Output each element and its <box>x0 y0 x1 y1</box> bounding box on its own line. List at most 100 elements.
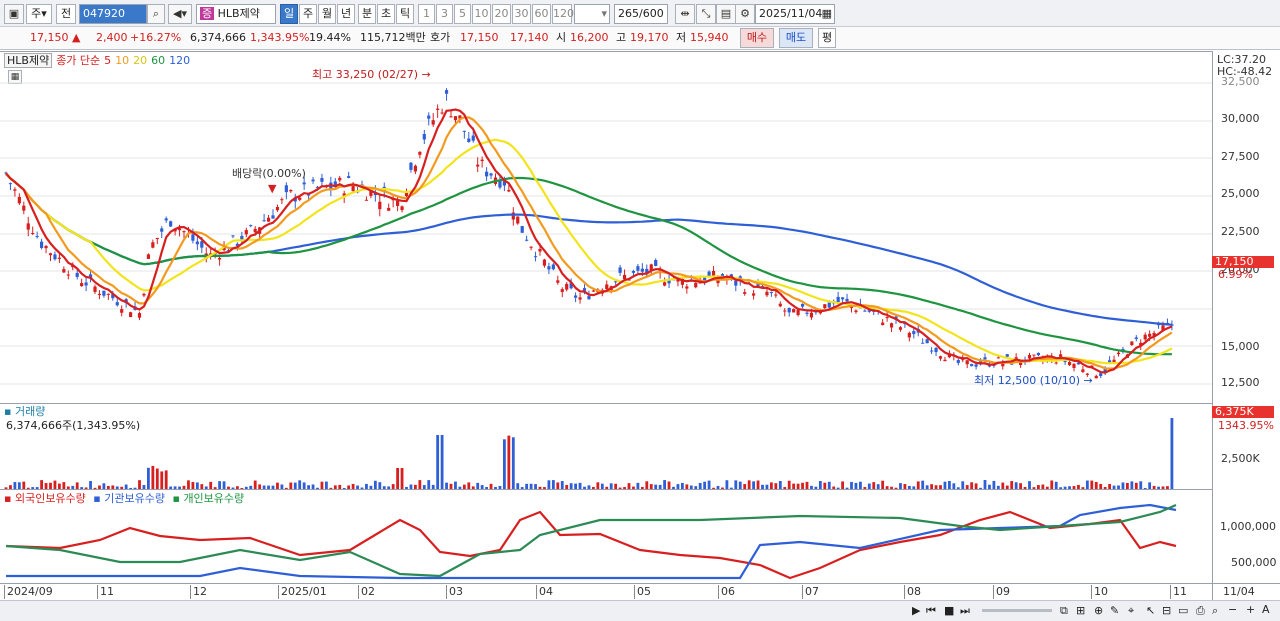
zoom-icon[interactable]: ⌕ <box>1212 604 1218 618</box>
period-month[interactable]: 월 <box>318 4 336 24</box>
ytick: 25,000 <box>1221 187 1260 200</box>
high-annotation: 최고 33,250 (02/27) → <box>312 68 431 81</box>
grid-icon[interactable]: ⊟ <box>1162 604 1171 618</box>
search-icon[interactable]: ⌕ <box>147 4 165 24</box>
low-annotation: 최저 12,500 (10/10) → <box>974 374 1093 387</box>
period-day[interactable]: 일 <box>280 4 298 24</box>
gear-icon[interactable]: ⚙ <box>735 4 755 24</box>
compare-icon[interactable]: ⊕ <box>1094 604 1103 618</box>
x-label: 12 <box>190 585 207 599</box>
copy-icon[interactable]: ⊞ <box>1076 604 1085 618</box>
interval-30[interactable]: 30 <box>512 4 531 24</box>
volume-badge-pct: 1343.95% <box>1218 419 1274 432</box>
x-axis: 2024/09 11 12 2025/01 02 03 04 05 06 07 … <box>0 583 1212 600</box>
custom-interval-input[interactable]: ▾ <box>574 4 610 24</box>
x-label: 06 <box>718 585 735 599</box>
expand-icon[interactable]: ⇹ <box>675 4 695 24</box>
ma10-line <box>5 116 1173 370</box>
x-label: 02 <box>358 585 375 599</box>
interval-5[interactable]: 5 <box>454 4 471 24</box>
x-label: 04 <box>536 585 553 599</box>
save-icon[interactable]: ▤ <box>716 4 736 24</box>
play-icon[interactable]: ▶ <box>912 604 920 618</box>
x-label: 09 <box>993 585 1010 599</box>
screen-icon[interactable]: ▭ <box>1178 604 1188 618</box>
high-price: 19,170 <box>630 31 669 44</box>
ytick: 12,500 <box>1221 376 1260 389</box>
open-label: 시 <box>556 31 567 44</box>
holders-chart <box>5 503 1177 580</box>
period-year[interactable]: 년 <box>337 4 355 24</box>
market-type-select[interactable]: 주▾ <box>26 4 52 24</box>
tool-icon[interactable]: ✎ <box>1110 604 1119 618</box>
period-tick[interactable]: 틱 <box>396 4 414 24</box>
volume-chart <box>4 418 1174 490</box>
zoom-out-icon[interactable]: − <box>1228 603 1237 617</box>
zoom-slider[interactable] <box>982 609 1052 612</box>
x-label: 11 <box>1170 585 1187 599</box>
price-axis: LC:37.20 HC:-48.42 32,500 30,000 27,500 … <box>1212 51 1280 403</box>
main-toolbar: ▣ 주▾ 전 047920 ⌕ ◀▾ 증 HLB제약 일 주 월 년 분 초 틱… <box>0 0 1280 27</box>
cursor-icon[interactable]: ↖ <box>1146 604 1155 618</box>
price-pane[interactable]: HLB제약 종가 단순 5 10 20 60 120 ▦ 최고 33,250 (02/27)… <box>0 51 1212 403</box>
last-price-pct: 6.99% <box>1218 268 1253 281</box>
ma20-line <box>5 138 1173 365</box>
x-label: 05 <box>634 585 651 599</box>
sell-button[interactable]: 매도 <box>779 28 813 48</box>
stock-name-field[interactable]: 증 HLB제약 <box>196 4 276 24</box>
interval-20[interactable]: 20 <box>492 4 511 24</box>
period-minute[interactable]: 분 <box>358 4 376 24</box>
zoom-in-icon[interactable]: + <box>1246 603 1255 617</box>
print-icon[interactable]: ⎙ <box>1196 604 1205 618</box>
volume-badge: 6,375K <box>1212 406 1274 418</box>
holders-pane[interactable]: ▪ 외국인보유수량 ▪ 기관보유수량 ▪ 개인보유수량 <box>0 489 1212 583</box>
bid-label: 호가 <box>430 31 451 44</box>
ytick: 22,500 <box>1221 225 1260 238</box>
price-change-pct: +16.27% <box>130 31 182 44</box>
indicator-icon[interactable]: ⤡ <box>696 4 716 24</box>
buy-button[interactable]: 매수 <box>740 28 774 48</box>
period-week[interactable]: 주 <box>299 4 317 24</box>
speaker-icon[interactable]: ◀▾ <box>168 4 192 24</box>
stock-code-input[interactable]: 047920 <box>79 4 147 24</box>
prev-button[interactable]: 전 <box>56 4 76 24</box>
institution-line <box>6 503 1177 580</box>
interval-3[interactable]: 3 <box>436 4 453 24</box>
stock-name: HLB제약 <box>217 7 260 20</box>
x-label: 08 <box>904 585 921 599</box>
price-chart <box>0 82 1212 385</box>
date-input[interactable]: 2025/11/04 ▦ <box>755 4 835 24</box>
eval-button[interactable]: 평 <box>818 28 836 48</box>
interval-1[interactable]: 1 <box>418 4 435 24</box>
interval-120[interactable]: 120 <box>552 4 574 24</box>
low-label: 저 <box>676 31 687 44</box>
volume-pane[interactable]: ▪ 거래량 6,374,666주(1,343.95%) <box>0 403 1212 490</box>
window-icon[interactable]: ▣ <box>4 4 24 24</box>
interval-60[interactable]: 60 <box>532 4 551 24</box>
holders-axis: 1,000,000 500,000 <box>1212 489 1280 583</box>
rewind-icon[interactable]: ⏮ <box>926 604 936 618</box>
dividend-arrow: ▼ <box>268 182 277 195</box>
date-value: 2025/11/04 <box>759 7 823 20</box>
font-icon[interactable]: A <box>1262 603 1270 617</box>
data-count-input[interactable]: 265/600 <box>614 4 668 24</box>
low-price: 15,940 <box>690 31 729 44</box>
crosshair-icon[interactable]: ⌖ <box>1128 604 1134 618</box>
stop-icon[interactable]: ■ <box>944 604 954 618</box>
x-label: 2025/01 <box>278 585 327 599</box>
dividend-annotation: 배당락(0.00%) <box>232 167 306 180</box>
volume-ytick: 2,500K <box>1221 452 1260 465</box>
calendar-icon[interactable]: ▦ <box>822 5 832 23</box>
interval-10[interactable]: 10 <box>472 4 491 24</box>
period-second[interactable]: 초 <box>377 4 395 24</box>
forward-icon[interactable]: ⏭ <box>960 604 970 618</box>
x-label: 07 <box>802 585 819 599</box>
ytick: 15,000 <box>1221 340 1260 353</box>
x-label: 10 <box>1091 585 1108 599</box>
last-price-badge: 17,150 <box>1212 256 1274 268</box>
ytick: 30,000 <box>1221 112 1260 125</box>
current-price: 17,150 ▲ <box>30 31 81 44</box>
layout-icon[interactable]: ⧉ <box>1060 604 1068 618</box>
ask-price: 17,150 <box>460 31 499 44</box>
count-value: 265 <box>618 7 639 20</box>
